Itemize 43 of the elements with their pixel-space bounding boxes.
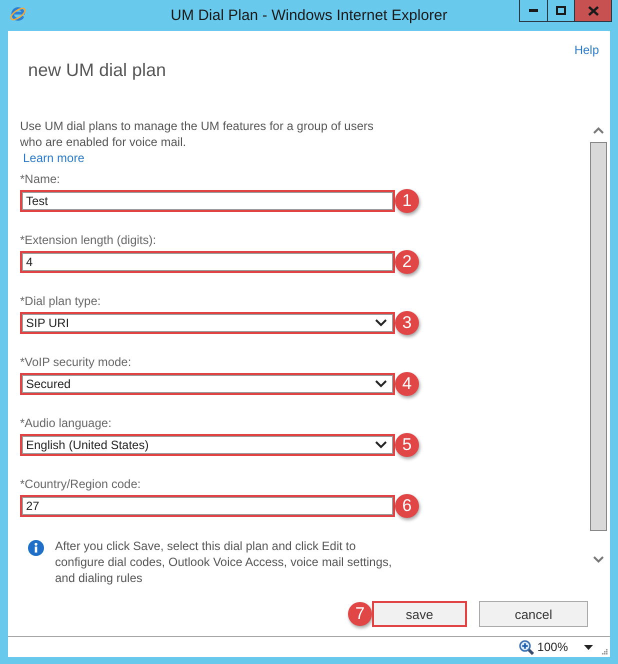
info-note: After you click Save, select this dial plan and click Edit to configure dial codes, Outlook Voice Access, voice mail settings, and dialing rules [55, 538, 393, 586]
field-label: *Dial plan type: [20, 294, 101, 308]
browser-logo-icon [9, 5, 27, 23]
text-input[interactable]: Test [20, 190, 395, 212]
chevron-down-icon [375, 319, 387, 327]
step-number-badge: 7 [348, 602, 372, 626]
close-button[interactable] [575, 0, 611, 21]
chevron-down-icon [375, 441, 387, 449]
dropdown-arrow-icon[interactable] [584, 644, 593, 650]
text-input[interactable]: 4 [20, 251, 395, 273]
zoom-icon [519, 640, 534, 654]
minimize-icon [529, 9, 538, 12]
step-number-badge: 4 [395, 372, 419, 396]
step-number-badge: 3 [395, 311, 419, 335]
learn-more-link[interactable]: Learn more [23, 150, 84, 166]
page-heading: new UM dial plan [28, 59, 166, 81]
maximize-icon [556, 6, 566, 15]
field-label: *Audio language: [20, 416, 112, 430]
scrollbar-thumb[interactable] [590, 142, 607, 531]
dropdown[interactable]: English (United States) [20, 434, 395, 456]
dialog-button[interactable]: save [372, 601, 467, 627]
field-label: *VoIP security mode: [20, 355, 132, 369]
dialog-button[interactable]: cancel [479, 601, 588, 627]
step-number-badge: 1 [395, 189, 419, 213]
field-label: *Name: [20, 172, 60, 186]
dropdown[interactable]: SIP URI [20, 312, 395, 334]
scroll-up-icon[interactable] [593, 127, 604, 134]
text-input[interactable]: 27 [20, 495, 395, 517]
dropdown[interactable]: Secured [20, 373, 395, 395]
field-label: *Extension length (digits): [20, 233, 156, 247]
scroll-down-icon[interactable] [593, 556, 604, 563]
step-number-badge: 6 [395, 494, 419, 518]
zoom-button[interactable]: 100% [519, 640, 568, 654]
chevron-down-icon [375, 380, 387, 388]
intro-text: Use UM dial plans to manage the UM features for a group of users who are enabled for voice mail. [20, 118, 375, 150]
resize-grip-icon[interactable] [602, 649, 608, 655]
window-title: UM Dial Plan - Windows Internet Explorer [170, 6, 448, 26]
step-number-badge: 5 [395, 433, 419, 457]
step-number-badge: 2 [395, 250, 419, 274]
help-link[interactable]: Help [574, 43, 599, 57]
close-icon [588, 6, 598, 16]
info-icon [28, 540, 44, 556]
field-label: *Country/Region code: [20, 477, 141, 491]
